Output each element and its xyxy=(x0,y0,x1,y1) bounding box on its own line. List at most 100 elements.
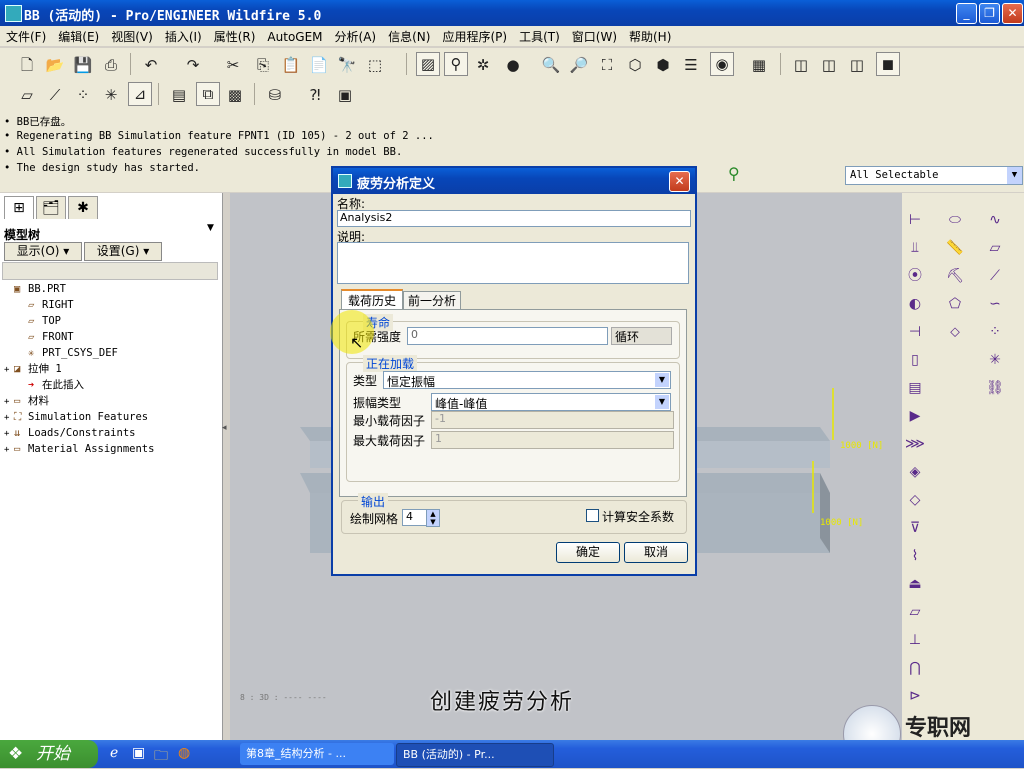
dialog-close-button[interactable]: ✕ xyxy=(669,171,690,192)
mass-icon[interactable]: ⏏ xyxy=(904,573,926,595)
results-icon[interactable]: ▩ xyxy=(224,84,246,106)
planar-constraint-icon[interactable]: ⫫ xyxy=(904,237,926,259)
menu-window[interactable]: 窗口(W) xyxy=(566,26,623,47)
min-load-factor-field[interactable]: -1 xyxy=(431,411,674,429)
paste-icon[interactable]: 📋 xyxy=(280,54,302,76)
tab-model-tree[interactable]: ⊞ xyxy=(4,196,34,219)
rigid-link-icon[interactable]: ⋂ xyxy=(904,657,926,679)
saved-views-icon[interactable]: ⬢ xyxy=(652,54,674,76)
menu-autogem[interactable]: AutoGEM xyxy=(261,28,328,46)
settings-button[interactable]: 设置(G) ▾ xyxy=(84,242,162,261)
menu-file[interactable]: 文件(F) xyxy=(0,26,52,47)
appearance-sphere-icon[interactable]: ● xyxy=(502,54,524,76)
safety-factor-checkbox[interactable] xyxy=(586,509,599,522)
tree-item[interactable]: + ▭ 材料 xyxy=(4,393,49,409)
bearing-load-icon[interactable]: ▶ xyxy=(904,405,926,427)
spline-icon[interactable]: ∽ xyxy=(984,293,1006,315)
tree-item[interactable]: + ◪ 拉伸 1 xyxy=(4,361,62,377)
amplitude-type-select[interactable]: 峰值-峰值 ▼ xyxy=(431,393,671,411)
datum-point-tool-icon[interactable]: ⁘ xyxy=(72,84,94,106)
spring-icon[interactable]: ⌇ xyxy=(904,545,926,567)
csys-point-icon[interactable]: ✳ xyxy=(984,349,1006,371)
model-setup-icon[interactable]: ⧉ xyxy=(196,82,220,106)
symmetry-constraint-icon[interactable]: ⊣ xyxy=(904,321,926,343)
shading-icon[interactable]: ◼ xyxy=(876,52,900,76)
start-button[interactable]: ❖ 开始 xyxy=(0,740,98,768)
expand-icon[interactable]: + xyxy=(4,410,14,426)
expand-icon[interactable]: + xyxy=(4,442,14,458)
tree-item[interactable]: ▱ RIGHT xyxy=(18,297,74,313)
menu-properties[interactable]: 属性(R) xyxy=(208,26,262,47)
tree-item[interactable]: + ⇊ Loads/Constraints xyxy=(4,425,135,441)
context-help-icon[interactable]: ⁈ xyxy=(304,84,326,106)
minimize-button[interactable]: _ xyxy=(956,3,977,24)
selection-box-icon[interactable]: ⬚ xyxy=(364,54,386,76)
repaint-icon[interactable]: ▨ xyxy=(416,52,440,76)
spin-center-icon[interactable]: ✲ xyxy=(472,54,494,76)
shell-icon[interactable]: ⊽ xyxy=(904,517,926,539)
collapse-panel-icon[interactable]: ◂ xyxy=(222,423,227,433)
datum-csys-tool-icon[interactable]: ✳ xyxy=(100,84,122,106)
max-load-factor-field[interactable]: 1 xyxy=(431,431,674,449)
redo-icon[interactable]: ↷ xyxy=(182,54,204,76)
copy-icon[interactable]: ⎘ xyxy=(252,54,274,76)
weld-icon[interactable]: ⊥ xyxy=(904,629,926,651)
firefox-icon[interactable]: ◍ xyxy=(178,745,190,761)
annotation-display-icon[interactable]: ⊿ xyxy=(128,82,152,106)
layers-icon[interactable]: ☰ xyxy=(680,54,702,76)
link-icon[interactable]: ⛓ xyxy=(984,377,1006,399)
hidden-line-icon[interactable]: ◫ xyxy=(818,54,840,76)
display-style-icon[interactable]: ◉ xyxy=(710,52,734,76)
ok-button[interactable]: 确定 xyxy=(556,542,620,563)
new-file-icon[interactable]: 🗋 xyxy=(16,54,38,76)
tab-previous-analysis[interactable]: 前一分析 xyxy=(403,291,461,310)
print-icon[interactable]: ⎙ xyxy=(100,54,122,76)
menu-info[interactable]: 信息(N) xyxy=(382,26,436,47)
temperature-load-icon[interactable]: ◇ xyxy=(904,489,926,511)
name-field[interactable]: Analysis2 xyxy=(337,210,691,227)
force-load-icon[interactable]: ▯ xyxy=(904,349,926,371)
expand-icon[interactable]: + xyxy=(4,394,14,410)
expand-icon[interactable]: + xyxy=(4,426,14,442)
fastener-icon[interactable]: ⊳ xyxy=(904,685,926,707)
mesh-icon[interactable]: ▤ xyxy=(168,84,190,106)
assembly-icon[interactable]: ⛁ xyxy=(264,84,286,106)
undo-icon[interactable]: ↶ xyxy=(140,54,162,76)
tree-search-field[interactable] xyxy=(2,262,218,280)
cancel-button[interactable]: 取消 xyxy=(624,542,688,563)
menu-applications[interactable]: 应用程序(P) xyxy=(436,26,513,47)
tab-load-history[interactable]: 载荷历史 xyxy=(341,289,403,311)
task-button[interactable]: 第8章_结构分析 - ... xyxy=(240,743,394,765)
material-orientation-icon[interactable]: ⬠ xyxy=(944,293,966,315)
tree-item[interactable]: ✳ PRT_CSYS_DEF xyxy=(18,345,118,361)
menu-help[interactable]: 帮助(H) xyxy=(623,26,677,47)
surface-region-icon[interactable]: ⬭ xyxy=(944,209,966,231)
wireframe-icon[interactable]: ◫ xyxy=(790,54,812,76)
point-set-icon[interactable]: ⁘ xyxy=(984,321,1006,343)
zoom-in-icon[interactable]: 🔍 xyxy=(540,54,562,76)
curve-icon[interactable]: ∿ xyxy=(984,209,1006,231)
material-tool-icon[interactable]: ⛏ xyxy=(944,265,966,287)
pressure-load-icon[interactable]: ▤ xyxy=(904,377,926,399)
tree-item[interactable]: ▱ FRONT xyxy=(18,329,74,345)
menu-insert[interactable]: 插入(I) xyxy=(159,26,208,47)
coordinate-system-tool-icon[interactable]: ⬦ xyxy=(944,321,966,343)
task-button-active[interactable]: BB (活动的) - Pr... xyxy=(396,743,554,767)
gravity-load-icon[interactable]: ◈ xyxy=(904,461,926,483)
centrifugal-load-icon[interactable]: ⋙ xyxy=(904,433,926,455)
cut-icon[interactable]: ✂ xyxy=(222,54,244,76)
model-info-icon[interactable]: ▣ xyxy=(334,84,356,106)
show-button[interactable]: 显示(O) ▾ xyxy=(4,242,82,261)
save-icon[interactable]: 💾 xyxy=(72,54,94,76)
plot-grid-stepper[interactable]: ▲ ▼ xyxy=(426,509,440,527)
tree-item[interactable]: + ▭ Material Assignments xyxy=(4,441,154,457)
pin-constraint-icon[interactable]: ⦿ xyxy=(904,265,926,287)
paste-special-icon[interactable]: 📄 xyxy=(308,54,330,76)
expand-icon[interactable]: + xyxy=(4,362,14,378)
tab-favorites[interactable]: ✱ xyxy=(68,196,98,219)
tree-item[interactable]: ➔ 在此插入 xyxy=(18,377,84,393)
restore-button[interactable]: ❐ xyxy=(979,3,1000,24)
axis-line-icon[interactable]: ⟋ xyxy=(984,265,1006,287)
datum-axis-tool-icon[interactable]: ⟋ xyxy=(44,84,66,106)
panel-menu-icon[interactable]: ▼ xyxy=(207,223,214,233)
